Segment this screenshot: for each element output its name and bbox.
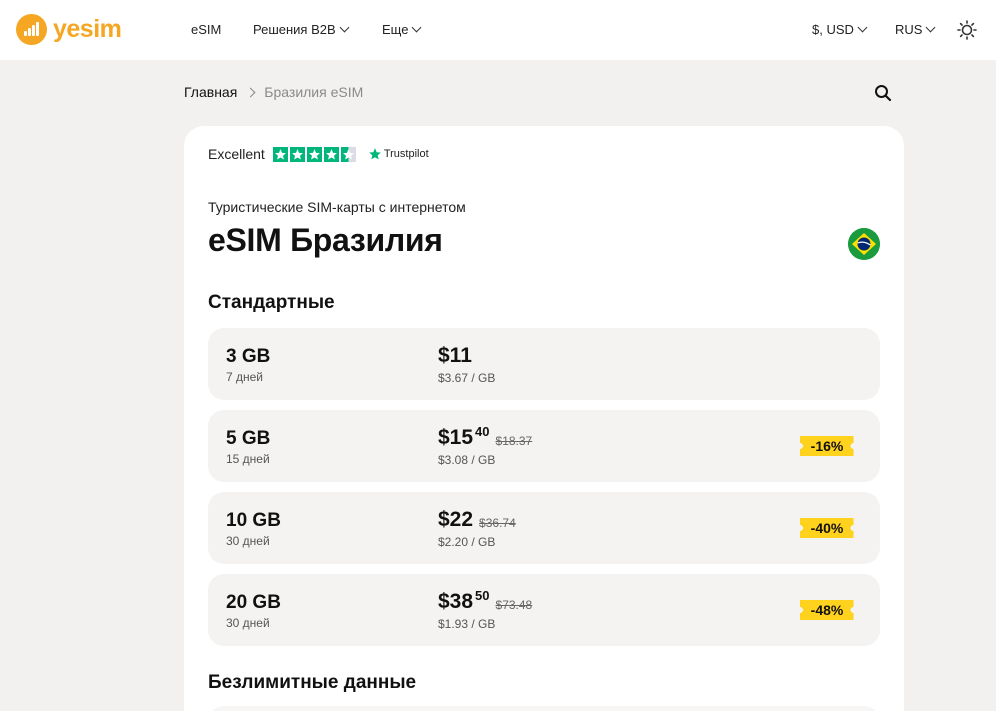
language-selector[interactable]: RUS	[895, 22, 936, 37]
plan-price-per-gb: $1.93 / GB	[438, 617, 496, 631]
search-icon[interactable]	[873, 83, 893, 103]
plan-card[interactable]: 20 GB 30 дней $38 50 $73.48 $1.93 / GB -…	[208, 574, 880, 646]
chevron-down-icon	[412, 22, 422, 33]
nav-more-label: Еще	[382, 22, 409, 37]
breadcrumb-current: Бразилия eSIM	[264, 84, 364, 100]
price-old: $36.74	[479, 516, 516, 530]
top-navigation-bar: yesim eSIM Решения B2B Еще $, USD RUS	[0, 0, 996, 60]
plan-data-amount: 3 GB	[226, 346, 271, 367]
logo-text: yesim	[53, 15, 122, 43]
chevron-down-icon	[857, 22, 868, 33]
plan-price: $22 $36.74	[438, 508, 516, 532]
price-cents: 40	[475, 424, 490, 439]
discount-badge: -16%	[800, 436, 854, 456]
page-subtitle: Туристические SIM-карты с интернетом	[208, 199, 466, 215]
nav-esim[interactable]: eSIM	[191, 22, 221, 37]
plan-price-per-gb: $3.67 / GB	[438, 371, 496, 385]
plan-duration: 30 дней	[226, 616, 270, 630]
breadcrumb-home-link[interactable]: Главная	[184, 84, 237, 100]
currency-selector[interactable]: $, USD	[812, 22, 868, 37]
star-icon	[272, 146, 288, 162]
trustpilot-brand: Trustpilot	[368, 147, 429, 161]
price-old: $18.37	[495, 434, 533, 448]
plan-data-amount: 20 GB	[226, 592, 281, 613]
plan-price: $38 50 $73.48	[438, 588, 533, 614]
language-label: RUS	[895, 22, 923, 37]
trustpilot-stars	[272, 146, 356, 162]
plan-card[interactable]: 10 GB 30 дней $22 $36.74 $2.20 / GB -40%	[208, 492, 880, 564]
price-main: $11	[438, 344, 472, 367]
plan-price: $15 40 $18.37	[438, 424, 533, 450]
chevron-right-icon	[245, 87, 256, 97]
signal-bars-icon	[16, 14, 47, 45]
plan-price: $11	[438, 344, 472, 368]
sun-icon[interactable]	[957, 20, 977, 40]
plan-data-amount: 10 GB	[226, 510, 281, 531]
plan-card-unlimited[interactable]	[208, 706, 880, 711]
star-icon	[289, 146, 305, 162]
plan-duration: 15 дней	[226, 452, 270, 466]
nav-more[interactable]: Еще	[382, 22, 422, 37]
star-icon	[306, 146, 322, 162]
price-main: $22	[438, 508, 474, 531]
plan-card[interactable]: 5 GB 15 дней $15 40 $18.37 $3.08 / GB -1…	[208, 410, 880, 482]
section-standard-title: Стандартные	[208, 292, 335, 313]
page-title: eSIM Бразилия	[208, 222, 443, 258]
section-unlimited-title: Безлимитные данные	[208, 672, 417, 693]
star-icon	[323, 146, 339, 162]
half-star-icon	[340, 146, 356, 162]
plan-card[interactable]: 3 GB 7 дней $11 $3.67 / GB	[208, 328, 880, 400]
plan-duration: 30 дней	[226, 534, 270, 548]
product-card: Excellent Trustpilot Туристические SIM-к…	[184, 126, 904, 711]
nav-b2b-label: Решения B2B	[253, 22, 336, 37]
yesim-logo[interactable]: yesim	[16, 14, 122, 45]
discount-badge: -40%	[800, 518, 854, 538]
nav-esim-label: eSIM	[191, 22, 222, 37]
trustpilot-widget[interactable]: Excellent Trustpilot	[208, 146, 429, 162]
currency-label: $, USD	[812, 22, 854, 37]
discount-badge: -48%	[800, 600, 854, 620]
plan-duration: 7 дней	[226, 370, 264, 384]
nav-b2b-solutions[interactable]: Решения B2B	[253, 22, 350, 37]
plan-data-amount: 5 GB	[226, 428, 271, 449]
trustpilot-brand-label: Trustpilot	[383, 148, 429, 160]
brazil-flag-icon	[848, 228, 880, 260]
trustpilot-star-icon	[368, 148, 381, 160]
price-old: $73.48	[495, 598, 533, 612]
chevron-down-icon	[926, 22, 936, 33]
price-cents: 50	[475, 588, 490, 603]
price-main: $15	[438, 426, 474, 449]
breadcrumb: Главная Бразилия eSIM	[184, 84, 363, 100]
price-main: $38	[438, 590, 474, 613]
plan-price-per-gb: $3.08 / GB	[438, 453, 496, 467]
trustpilot-rating-label: Excellent	[208, 146, 265, 162]
chevron-down-icon	[339, 22, 350, 33]
plan-price-per-gb: $2.20 / GB	[438, 535, 496, 549]
